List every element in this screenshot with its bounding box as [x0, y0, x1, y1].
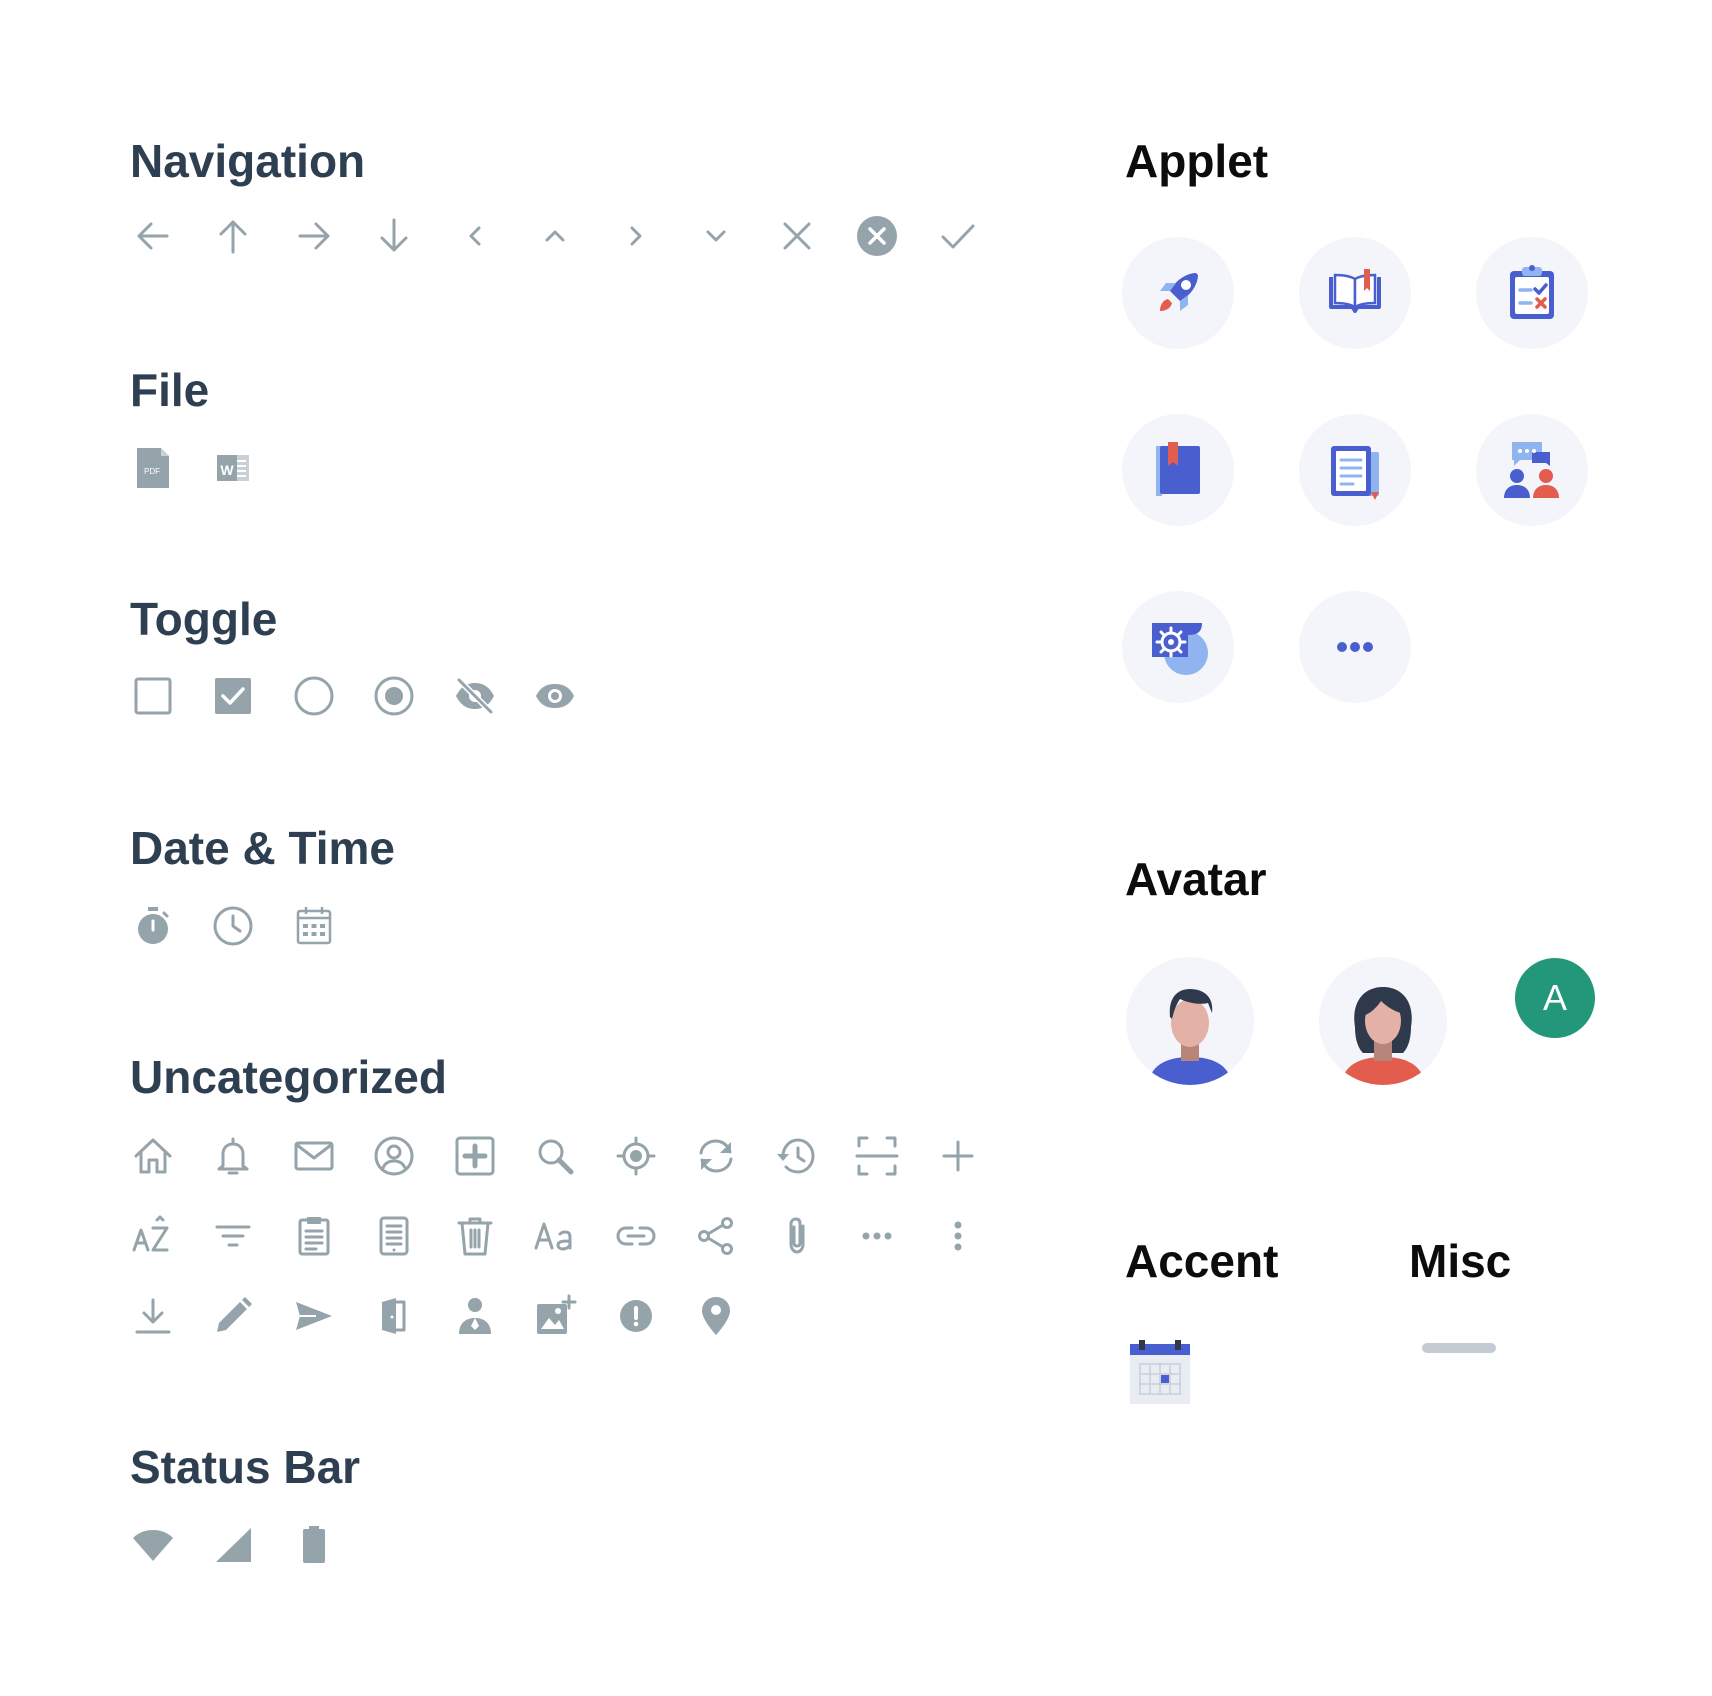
chevron-right-icon[interactable]	[614, 214, 658, 258]
add-box-icon[interactable]	[453, 1134, 497, 1178]
text-format-icon[interactable]	[533, 1214, 577, 1258]
refresh-icon[interactable]	[694, 1134, 738, 1178]
calendar-icon[interactable]	[292, 904, 336, 948]
radio-checked-icon[interactable]	[372, 674, 416, 718]
close-circle-icon[interactable]	[855, 214, 899, 258]
section-heading-avatar: Avatar	[1125, 853, 1267, 905]
notes-icon[interactable]	[372, 1214, 416, 1258]
attachment-icon[interactable]	[775, 1214, 819, 1258]
chat-people-icon	[1500, 438, 1564, 502]
close-icon[interactable]	[775, 214, 819, 258]
clipboard-icon[interactable]	[292, 1214, 336, 1258]
add-image-icon[interactable]	[533, 1294, 577, 1338]
arrow-up-icon[interactable]	[211, 214, 255, 258]
rocket-icon	[1146, 261, 1210, 325]
section-heading-applet: Applet	[1125, 135, 1269, 187]
applet-checklist[interactable]	[1476, 237, 1588, 349]
calendar-accent-icon[interactable]	[1128, 1338, 1192, 1406]
chevron-down-icon[interactable]	[694, 214, 738, 258]
send-icon[interactable]	[292, 1294, 336, 1338]
section-heading-status-bar: Status Bar	[130, 1441, 361, 1493]
cellular-signal-icon[interactable]	[211, 1523, 255, 1567]
mail-icon[interactable]	[292, 1134, 336, 1178]
clock-icon[interactable]	[211, 904, 255, 948]
applet-settings[interactable]	[1122, 591, 1234, 703]
open-book-icon	[1323, 261, 1387, 325]
user-circle-icon[interactable]	[372, 1134, 416, 1178]
history-icon[interactable]	[775, 1134, 819, 1178]
document-icon	[1323, 438, 1387, 502]
radio-unchecked-icon[interactable]	[292, 674, 336, 718]
avatar-initial-letter: A	[1542, 977, 1567, 1018]
more-horizontal-icon[interactable]	[855, 1214, 899, 1258]
handle-bar[interactable]	[1422, 1343, 1496, 1353]
location-pin-icon[interactable]	[694, 1294, 738, 1338]
stopwatch-icon[interactable]	[131, 904, 175, 948]
battery-icon[interactable]	[292, 1523, 336, 1567]
more-applets-icon	[1323, 615, 1387, 679]
search-icon[interactable]	[533, 1134, 577, 1178]
checklist-icon	[1500, 261, 1564, 325]
sort-az-icon[interactable]	[131, 1214, 175, 1258]
arrow-left-icon[interactable]	[131, 214, 175, 258]
eye-off-icon[interactable]	[453, 674, 497, 718]
check-icon[interactable]	[936, 214, 980, 258]
scan-icon[interactable]	[855, 1134, 899, 1178]
arrow-down-icon[interactable]	[372, 214, 416, 258]
word-label: W	[220, 462, 234, 478]
locate-icon[interactable]	[614, 1134, 658, 1178]
pencil-icon[interactable]	[211, 1294, 255, 1338]
section-heading-accent: Accent	[1125, 1235, 1279, 1287]
logout-door-icon[interactable]	[372, 1294, 416, 1338]
download-icon[interactable]	[131, 1294, 175, 1338]
section-heading-navigation: Navigation	[130, 135, 366, 187]
avatar-female[interactable]	[1319, 957, 1447, 1085]
person-pin-icon[interactable]	[453, 1294, 497, 1338]
home-icon[interactable]	[131, 1134, 175, 1178]
applet-chat-people[interactable]	[1476, 414, 1588, 526]
applet-bookmark-book[interactable]	[1122, 414, 1234, 526]
applet-document[interactable]	[1299, 414, 1411, 526]
checkbox-unchecked-icon[interactable]	[131, 674, 175, 718]
link-icon[interactable]	[614, 1214, 658, 1258]
checkbox-checked-icon[interactable]	[211, 674, 255, 718]
section-heading-date-time: Date & Time	[130, 822, 396, 874]
filter-icon[interactable]	[211, 1214, 255, 1258]
word-file-icon[interactable]: W	[211, 446, 255, 490]
alert-circle-icon[interactable]	[614, 1294, 658, 1338]
share-icon[interactable]	[694, 1214, 738, 1258]
avatar-male[interactable]	[1126, 957, 1254, 1085]
section-heading-file: File	[130, 364, 210, 416]
trash-icon[interactable]	[453, 1214, 497, 1258]
applet-open-book[interactable]	[1299, 237, 1411, 349]
bell-icon[interactable]	[211, 1134, 255, 1178]
applet-more[interactable]	[1299, 591, 1411, 703]
bookmark-book-icon	[1146, 438, 1210, 502]
applet-rocket[interactable]	[1122, 237, 1234, 349]
eye-icon[interactable]	[533, 674, 577, 718]
section-heading-toggle: Toggle	[130, 593, 278, 645]
wifi-icon[interactable]	[131, 1523, 175, 1567]
more-vertical-icon[interactable]	[936, 1214, 980, 1258]
settings-applet-icon	[1146, 615, 1210, 679]
pdf-file-icon[interactable]: PDF	[131, 446, 175, 490]
arrow-right-icon[interactable]	[292, 214, 336, 258]
pdf-label: PDF	[144, 467, 160, 476]
section-heading-misc: Misc	[1409, 1235, 1512, 1287]
chevron-up-icon[interactable]	[533, 214, 577, 258]
chevron-left-icon[interactable]	[453, 214, 497, 258]
section-heading-uncategorized: Uncategorized	[130, 1051, 447, 1103]
avatar-initial[interactable]: A	[1515, 958, 1595, 1038]
plus-icon[interactable]	[936, 1134, 980, 1178]
